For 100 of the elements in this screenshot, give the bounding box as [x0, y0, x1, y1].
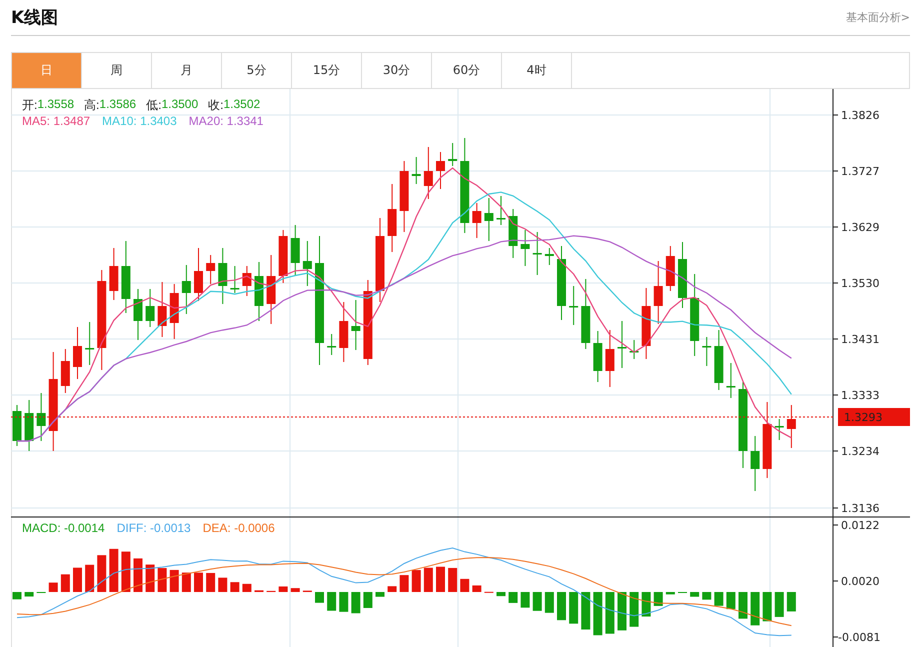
macd-bar: [278, 586, 288, 592]
candlestick: [85, 322, 94, 366]
macd-bar: [750, 592, 760, 626]
quote-label: 收:: [208, 97, 224, 114]
macd-bar: [581, 592, 590, 630]
candlestick: [412, 156, 421, 184]
candlestick: [702, 336, 712, 366]
candlestick: [508, 208, 518, 258]
price-axis-label: 1.3530: [841, 277, 880, 290]
quote-value: 1.3502: [223, 97, 260, 113]
macd-bar: [376, 592, 384, 597]
macd-bar: [327, 592, 336, 611]
macd-bar: [412, 570, 421, 592]
current-price-label: 1.3293: [844, 411, 882, 424]
candlestick: [496, 196, 506, 226]
macd-bar: [569, 592, 578, 624]
macd-bar: [508, 592, 518, 603]
candlestick: [36, 392, 46, 442]
candlestick: [134, 288, 142, 340]
macd-bar: [666, 592, 675, 594]
candlestick: [593, 330, 602, 382]
candlestick: [60, 348, 70, 394]
quote-label: 高:: [84, 97, 100, 114]
macd-bar: [605, 592, 614, 634]
macd-axis-label: 0.0020: [841, 575, 880, 588]
macd-bar: [170, 570, 179, 592]
candlestick: [605, 330, 614, 388]
candlestick: [242, 266, 252, 296]
quote-value: 1.3586: [99, 97, 136, 113]
macd-axis-label: -0.0081: [838, 631, 880, 644]
macd-bar: [738, 592, 748, 619]
macd-bar: [593, 592, 602, 636]
macd-bar: [97, 555, 106, 592]
candlestick: [400, 160, 409, 232]
macd-value: DIFF: -0.0013: [116, 521, 191, 535]
candlestick: [666, 246, 675, 292]
candlestick: [436, 152, 445, 190]
macd-bar: [109, 548, 118, 592]
candlestick: [786, 404, 796, 448]
macd-bar: [557, 592, 566, 620]
candlestick: [630, 340, 639, 360]
moving-average-value: MA10: 1.3403: [102, 114, 177, 128]
candlestick: [581, 278, 590, 350]
macd-bar: [121, 552, 130, 592]
candlestick: [726, 362, 736, 398]
candlestick: [218, 248, 228, 304]
macd-bar: [388, 586, 397, 592]
candlestick: [532, 232, 542, 276]
macd-bar: [436, 566, 445, 592]
macd-bar: [158, 568, 167, 592]
macd-bar: [642, 592, 651, 617]
macd-bar: [12, 592, 22, 600]
price-axis-label: 1.3234: [841, 445, 880, 458]
macd-bar: [290, 588, 300, 592]
candlestick: [472, 202, 482, 238]
candlestick: [448, 142, 458, 166]
macd-bar: [520, 592, 530, 608]
macd-bar: [690, 592, 700, 597]
macd-bar: [206, 572, 216, 592]
page-title: K线图: [11, 6, 58, 28]
candlestick: [278, 230, 288, 284]
macd-bar: [182, 572, 191, 592]
macd-bar: [726, 592, 736, 610]
candlestick: [327, 334, 336, 356]
macd-bar: [472, 585, 482, 592]
candlestick: [12, 404, 22, 446]
current-price-tag: [838, 408, 910, 426]
macd-bar: [460, 578, 470, 592]
macd-bar: [351, 592, 360, 614]
quote-label: 低:: [146, 97, 162, 114]
macd-bar: [496, 592, 506, 596]
macd-bar: [218, 578, 228, 592]
candlestick: [544, 248, 554, 266]
macd-bar: [48, 582, 58, 592]
macd-bar: [630, 592, 639, 627]
price-axis-label: 1.3826: [841, 109, 880, 122]
candlestick: [678, 242, 687, 308]
candlestick: [266, 254, 276, 324]
macd-bar: [702, 592, 712, 600]
macd-value: MACD: -0.0014: [22, 521, 105, 535]
fundamental-analysis-link[interactable]: 基本面分析>: [846, 10, 910, 24]
price-axis-label: 1.3333: [841, 389, 880, 402]
candlestick: [774, 418, 784, 440]
macd-bar: [654, 592, 663, 606]
candlestick: [206, 254, 216, 284]
candlestick: [618, 320, 626, 368]
macd-bar: [146, 564, 155, 592]
price-axis-label: 1.3136: [841, 502, 880, 515]
candlestick: [569, 286, 578, 326]
macd-bar: [618, 592, 626, 630]
candlestick: [109, 248, 118, 300]
candlestick: [302, 240, 312, 286]
candlestick: [642, 288, 651, 360]
macd-bar: [762, 592, 772, 622]
candlestick: [654, 260, 663, 324]
moving-average-value: MA20: 1.3341: [188, 114, 264, 128]
candlestick: [714, 330, 724, 390]
macd-bar: [339, 592, 348, 612]
macd-axis-label: 0.0122: [841, 519, 880, 532]
macd-bar: [315, 592, 324, 603]
